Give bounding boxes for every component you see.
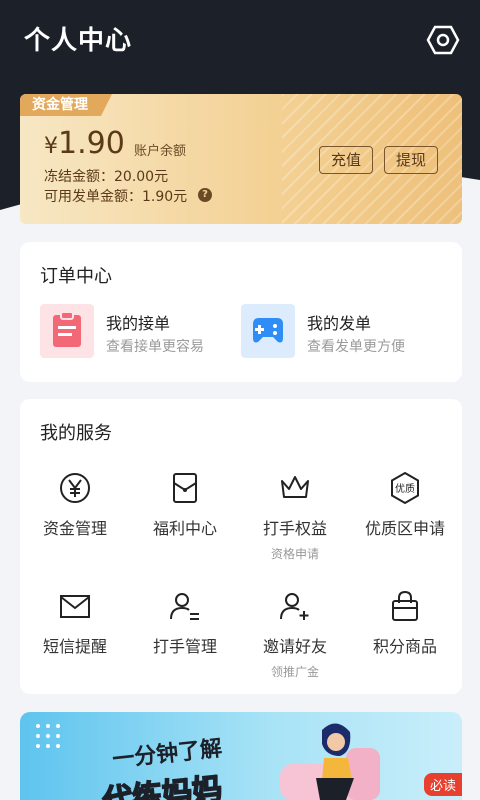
quality-badge-icon: 优质 <box>391 471 419 505</box>
service-label: 邀请好友 <box>262 637 327 656</box>
my-posted-orders[interactable]: 我的发单 查看发单更方便 <box>241 304 441 358</box>
balance-amount: ¥1.90 <box>44 126 125 161</box>
service-label: 打手管理 <box>152 637 217 656</box>
available-amount: 可用发单金额：1.90元 <box>44 189 188 205</box>
service-sublabel: 领推广金 <box>270 665 319 679</box>
service-sublabel: 资格申请 <box>270 547 319 561</box>
mail-icon <box>60 595 90 618</box>
my-services-panel: 我的服务 资金管理 福利中心 打手权益 资格申请 优质 优质区申请 短信提醒 打… <box>20 399 462 694</box>
order-item-subtitle: 查看接单更容易 <box>106 339 204 355</box>
my-accepted-orders[interactable]: 我的接单 查看接单更容易 <box>40 304 230 358</box>
gift-envelope-icon <box>173 473 197 503</box>
settings-hexagon-icon[interactable] <box>426 24 460 56</box>
order-center-panel: 订单中心 我的接单 查看接单更容易 我的发单 查看发单更方便 <box>20 242 462 382</box>
must-read-badge: 必读 <box>423 773 462 796</box>
service-fund-management[interactable]: 资金管理 <box>20 471 130 539</box>
add-user-icon <box>280 593 309 620</box>
fund-management-tag: 资金管理 <box>20 94 112 116</box>
gamepad-icon <box>241 304 295 358</box>
order-item-title: 我的接单 <box>106 314 171 333</box>
service-label: 打手权益 <box>262 519 327 538</box>
yen-icon <box>60 473 90 503</box>
dot-grid-decoration <box>36 724 60 748</box>
recharge-button[interactable]: 充值 <box>319 146 373 174</box>
service-quality-zone-application[interactable]: 优质 优质区申请 <box>350 471 460 539</box>
service-label: 福利中心 <box>152 519 217 538</box>
service-sms-reminder[interactable]: 短信提醒 <box>20 589 130 657</box>
reading-woman-illustration <box>280 723 380 800</box>
balance-label: 账户余额 <box>134 144 187 159</box>
service-points-products[interactable]: 积分商品 <box>350 589 460 657</box>
promo-banner[interactable]: 一分钟了解 代练妈妈 必读 <box>20 712 462 800</box>
balance-card: 资金管理 ¥1.90 账户余额 冻结金额：20.00元 可用发单金额：1.90元… <box>20 94 462 224</box>
crown-icon <box>281 476 309 498</box>
quality-badge-text: 优质 <box>395 482 415 495</box>
withdraw-button[interactable]: 提现 <box>384 146 438 174</box>
order-center-title: 订单中心 <box>40 266 112 287</box>
frozen-amount: 冻结金额：20.00元 <box>44 169 169 185</box>
service-label: 资金管理 <box>42 519 107 538</box>
order-item-title: 我的发单 <box>307 314 372 333</box>
my-services-title: 我的服务 <box>40 423 112 444</box>
service-label: 积分商品 <box>372 637 437 656</box>
order-item-subtitle: 查看发单更方便 <box>307 339 405 355</box>
service-welfare-center[interactable]: 福利中心 <box>130 471 240 539</box>
service-invite-friends[interactable]: 邀请好友 领推广金 <box>240 589 350 680</box>
shopping-bag-icon <box>392 590 418 621</box>
service-booster-rights[interactable]: 打手权益 资格申请 <box>240 471 350 562</box>
page-title: 个人中心 <box>24 26 133 56</box>
info-icon[interactable]: ? <box>198 188 212 202</box>
service-label: 短信提醒 <box>42 637 107 656</box>
user-list-icon <box>170 593 199 620</box>
balance-value: 1.90 <box>58 126 125 161</box>
service-booster-management[interactable]: 打手管理 <box>130 589 240 657</box>
service-label: 优质区申请 <box>364 519 445 538</box>
clipboard-icon <box>40 304 94 358</box>
currency-symbol: ¥ <box>44 134 58 159</box>
